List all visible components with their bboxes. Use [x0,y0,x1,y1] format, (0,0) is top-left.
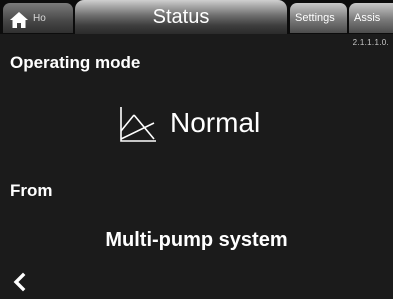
operating-mode-icon [120,107,156,142]
tab-home-label: Ho [33,13,46,24]
from-heading: From [10,181,53,200]
tab-assist[interactable]: Assis [349,3,393,33]
operating-mode-heading: Operating mode [10,53,141,72]
operating-mode-value: Normal [170,107,261,138]
chevron-left-icon[interactable] [10,271,32,293]
control-source-value: Multi-pump system [105,229,288,251]
tab-assist-label: Assis [354,12,381,24]
tab-settings-label: Settings [295,12,335,24]
home-icon [10,12,28,28]
tab-status[interactable]: Status [75,0,287,34]
tab-bar: Ho Status Settings Assis [0,0,393,34]
tab-home[interactable]: Ho [3,3,73,33]
status-screen: Ho Status Settings Assis 2.1.1.1.0. Oper… [0,0,393,299]
menu-id: 2.1.1.1.0. [352,38,389,47]
tab-settings[interactable]: Settings [290,3,347,33]
tab-status-label: Status [152,6,210,28]
